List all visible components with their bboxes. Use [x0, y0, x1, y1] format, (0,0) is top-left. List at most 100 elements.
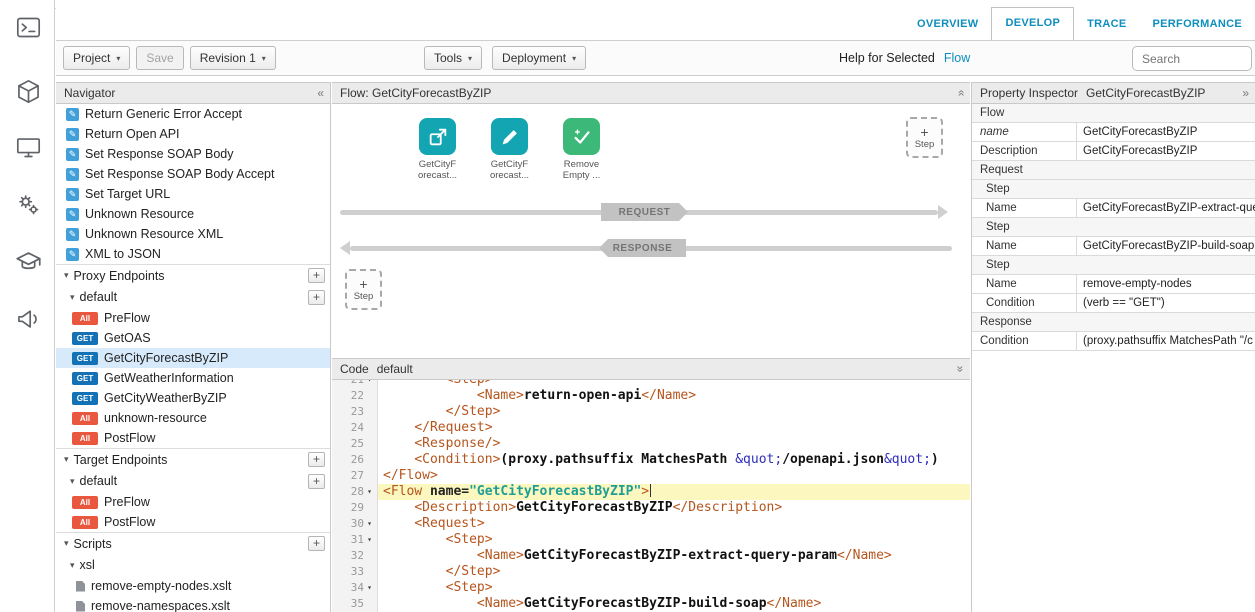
collapse-navigator-icon[interactable]: «: [317, 86, 324, 100]
add-step-button[interactable]: + Step: [906, 117, 943, 158]
code-line[interactable]: 24 </Request>: [332, 420, 970, 436]
collapse-flow-panel-icon[interactable]: »: [954, 90, 968, 97]
navigator-policy-item-return-open-api[interactable]: ✎Return Open API: [56, 124, 330, 144]
property-label: Name: [972, 237, 1076, 255]
fold-toggle-icon[interactable]: ▾: [365, 516, 374, 532]
property-value[interactable]: GetCityForecastByZIP: [1076, 142, 1255, 160]
api-proxies-nav-button[interactable]: [13, 76, 43, 106]
fold-toggle-icon[interactable]: ▾: [365, 484, 374, 500]
add-button[interactable]: +: [308, 268, 325, 283]
help-for-selected-text: Help for Selected: [839, 51, 935, 65]
flow-step[interactable]: RemoveEmpty ...: [554, 118, 609, 181]
project-menu-label: Project: [73, 51, 110, 65]
code-line[interactable]: 35 <Name>GetCityForecastByZIP-build-soap…: [332, 596, 970, 612]
code-line[interactable]: 26 <Condition>(proxy.pathsuffix MatchesP…: [332, 452, 970, 468]
navigator-section-target-endpoints[interactable]: ▾Target Endpoints+: [56, 448, 330, 470]
navigator-policy-item-unknown-resource[interactable]: ✎Unknown Resource: [56, 204, 330, 224]
navigator-file-item-remove-empty-nodes-xslt[interactable]: remove-empty-nodes.xslt: [56, 576, 330, 596]
terminal-nav-button[interactable]: [13, 12, 43, 42]
flow-step[interactable]: GetCityForecast...: [482, 118, 537, 181]
inspector-row-step: Step: [972, 218, 1255, 237]
property-value[interactable]: (proxy.pathsuffix MatchesPath "/c: [1076, 332, 1255, 350]
code-line[interactable]: 28▾<Flow name="GetCityForecastByZIP">: [332, 484, 970, 500]
navigator-policy-item-xml-to-json[interactable]: ✎XML to JSON: [56, 244, 330, 264]
property-value[interactable]: (verb == "GET"): [1076, 294, 1255, 312]
navigator-policy-item-set-response-soap-body[interactable]: ✎Set Response SOAP Body: [56, 144, 330, 164]
fold-toggle-icon[interactable]: ▾: [365, 532, 374, 548]
code-line[interactable]: 22 <Name>return-open-api</Name>: [332, 388, 970, 404]
project-menu-button[interactable]: Project▾: [63, 46, 130, 70]
add-button[interactable]: +: [308, 474, 325, 489]
tab-performance[interactable]: PERFORMANCE: [1140, 9, 1255, 40]
property-value[interactable]: GetCityForecastByZIP: [1076, 123, 1255, 141]
navigator-tree: ✎Return Generic Error Accept✎Return Open…: [56, 104, 330, 612]
code-text: </Flow>: [378, 468, 970, 484]
flow-step[interactable]: GetCityForecast...: [410, 118, 465, 181]
deployment-menu-button[interactable]: Deployment▾: [492, 46, 586, 70]
add-step-label: Step: [915, 139, 935, 150]
navigator-policy-item-set-response-soap-body-accept[interactable]: ✎Set Response SOAP Body Accept: [56, 164, 330, 184]
code-token: <Response/>: [414, 436, 500, 451]
admin-nav-button[interactable]: [13, 189, 43, 219]
line-gutter: 25: [332, 436, 378, 452]
code-line[interactable]: 34▾ <Step>: [332, 580, 970, 596]
code-line[interactable]: 31▾ <Step>: [332, 532, 970, 548]
navigator-flow-item-getcityweatherbyzip[interactable]: GETGetCityWeatherByZIP: [56, 388, 330, 408]
navigator-flow-item-getweatherinformation[interactable]: GETGetWeatherInformation: [56, 368, 330, 388]
navigator-flow-item-postflow[interactable]: AllPostFlow: [56, 428, 330, 448]
navigator-policy-item-set-target-url[interactable]: ✎Set Target URL: [56, 184, 330, 204]
save-button[interactable]: Save: [136, 46, 183, 70]
navigator-section-proxy-endpoints[interactable]: ▾Proxy Endpoints+: [56, 264, 330, 286]
code-line[interactable]: 32 <Name>GetCityForecastByZIP-extract-qu…: [332, 548, 970, 564]
fold-toggle-icon[interactable]: ▾: [365, 580, 374, 596]
property-value[interactable]: GetCityForecastByZIP-build-soap: [1076, 237, 1255, 255]
add-button[interactable]: +: [308, 452, 325, 467]
tab-trace[interactable]: TRACE: [1074, 9, 1139, 40]
step-label-line2: Empty ...: [563, 170, 600, 181]
navigator-flow-item-preflow[interactable]: AllPreFlow: [56, 492, 330, 512]
code-line[interactable]: 21▾ <Step>: [332, 380, 970, 388]
navigator-policy-item-return-generic-error-accept[interactable]: ✎Return Generic Error Accept: [56, 104, 330, 124]
add-button[interactable]: +: [308, 536, 325, 551]
code-line[interactable]: 29 <Description>GetCityForecastByZIP</De…: [332, 500, 970, 516]
add-step-button[interactable]: + Step: [345, 269, 382, 310]
code-line[interactable]: 33 </Step>: [332, 564, 970, 580]
search-input[interactable]: [1132, 46, 1252, 71]
navigator-flow-item-getoas[interactable]: GETGetOAS: [56, 328, 330, 348]
code-token: <Step>: [446, 380, 493, 387]
revision-menu-button[interactable]: Revision 1▾: [190, 46, 276, 70]
code-editor[interactable]: 21▾ <Step>22 <Name>return-open-api</Name…: [332, 380, 970, 612]
apigee-develop-page: OVERVIEWDEVELOPTRACEPERFORMANCE Project▾…: [0, 0, 1255, 612]
code-line[interactable]: 30▾ <Request>: [332, 516, 970, 532]
navigator-flow-item-postflow[interactable]: AllPostFlow: [56, 512, 330, 532]
tab-overview[interactable]: OVERVIEW: [904, 9, 992, 40]
navigator-file-item-remove-namespaces-xslt[interactable]: remove-namespaces.xslt: [56, 596, 330, 612]
add-button[interactable]: +: [308, 290, 325, 305]
tools-menu-button[interactable]: Tools▾: [424, 46, 482, 70]
code-line[interactable]: 25 <Response/>: [332, 436, 970, 452]
code-line[interactable]: 27</Flow>: [332, 468, 970, 484]
property-inspector-panel: Property Inspector GetCityForecastByZIP …: [971, 82, 1255, 612]
expand-code-panel-icon[interactable]: »: [954, 366, 968, 373]
navigator-section-scripts[interactable]: ▾Scripts+: [56, 532, 330, 554]
inspector-row-name: NameGetCityForecastByZIP-build-soap: [972, 237, 1255, 256]
tab-develop[interactable]: DEVELOP: [991, 7, 1074, 40]
collapse-inspector-icon[interactable]: »: [1242, 86, 1249, 100]
navigator-policy-item-unknown-resource-xml[interactable]: ✎Unknown Resource XML: [56, 224, 330, 244]
navigator-flow-item-unknown-resource[interactable]: Allunknown-resource: [56, 408, 330, 428]
tab-strip: OVERVIEWDEVELOPTRACEPERFORMANCE: [904, 0, 1255, 40]
navigator-group-xsl[interactable]: ▾xsl: [56, 554, 330, 576]
navigator-flow-item-preflow[interactable]: AllPreFlow: [56, 308, 330, 328]
code-line[interactable]: 23 </Step>: [332, 404, 970, 420]
navigator-group-default[interactable]: ▾default+: [56, 470, 330, 492]
publish-nav-button[interactable]: [13, 132, 43, 162]
learn-nav-button[interactable]: [13, 246, 43, 276]
feedback-nav-button[interactable]: [13, 303, 43, 333]
navigator-group-default[interactable]: ▾default+: [56, 286, 330, 308]
help-flow-link[interactable]: Flow: [944, 51, 970, 65]
property-value[interactable]: GetCityForecastByZIP-extract-query-param: [1076, 199, 1255, 217]
property-value[interactable]: remove-empty-nodes: [1076, 275, 1255, 293]
navigator-flow-item-getcityforecastbyzip[interactable]: GETGetCityForecastByZIP: [56, 348, 330, 368]
line-gutter: 22: [332, 388, 378, 404]
fold-toggle-icon[interactable]: ▾: [365, 380, 374, 388]
